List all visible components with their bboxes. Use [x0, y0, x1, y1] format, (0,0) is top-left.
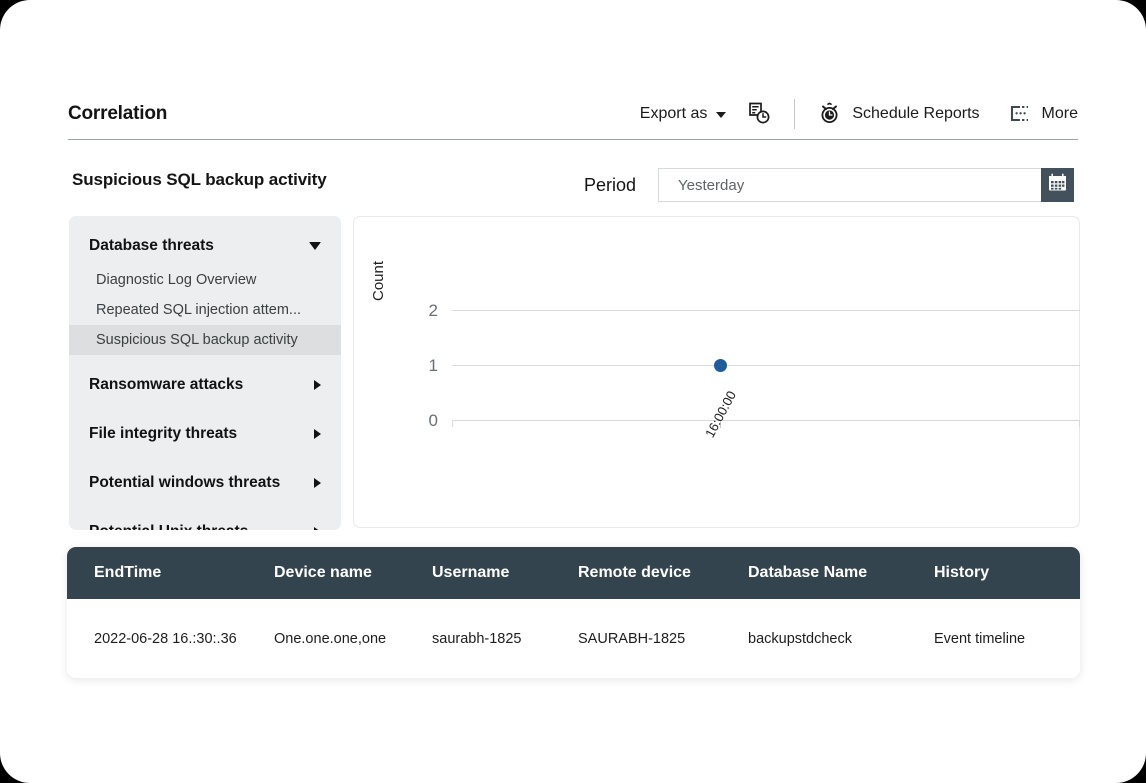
app-window: Correlation Export as: [0, 0, 1146, 783]
x-axis-left-cap: [452, 420, 453, 427]
sidebar-group-potential-windows-threats[interactable]: Potential windows threats: [69, 463, 341, 502]
scatter-chart: Count 2 1 0 16:00:00: [354, 217, 1079, 527]
chart-panel: Count 2 1 0 16:00:00: [353, 216, 1080, 528]
column-header-remote-device[interactable]: Remote device: [578, 564, 748, 582]
column-header-device-name[interactable]: Device name: [274, 564, 432, 582]
more-box-icon: [1008, 102, 1032, 126]
x-axis-right-cap: [1079, 420, 1080, 427]
table-header-row: EndTime Device name Username Remote devi…: [67, 547, 1080, 599]
caret-right-icon: [314, 527, 321, 531]
sidebar-group-label: File integrity threats: [89, 425, 237, 443]
sidebar-group-label: Potential Unix threats: [89, 523, 248, 531]
x-axis-line: [452, 420, 1080, 421]
more-label: More: [1042, 105, 1078, 123]
cell-history[interactable]: Event timeline: [934, 631, 1074, 647]
caret-right-icon: [314, 429, 321, 439]
calendar-button[interactable]: [1041, 168, 1074, 202]
results-table: EndTime Device name Username Remote devi…: [67, 547, 1080, 678]
y-tick-1: 1: [416, 356, 438, 376]
page-header: Correlation Export as: [68, 88, 1078, 140]
period-input[interactable]: Yesterday: [658, 168, 1041, 202]
sidebar-item-repeated-sql-injection[interactable]: Repeated SQL injection attem...: [69, 295, 341, 325]
column-header-endtime[interactable]: EndTime: [67, 564, 274, 582]
y-tick-2: 2: [416, 301, 438, 321]
sidebar-group-ransomware-attacks[interactable]: Ransomware attacks: [69, 365, 341, 404]
gridline-2: [452, 310, 1080, 311]
document-clock-icon[interactable]: [746, 101, 772, 127]
caret-right-icon: [314, 478, 321, 488]
sidebar-group-label: Potential windows threats: [89, 474, 280, 492]
column-header-database-name[interactable]: Database Name: [748, 564, 934, 582]
x-tick-label-0: 16:00:00: [702, 388, 739, 440]
threat-category-sidebar: Database threats Diagnostic Log Overview…: [69, 216, 341, 530]
period-selector: Period Yesterday: [584, 168, 1074, 202]
page-title: Correlation: [68, 103, 167, 125]
sidebar-group-label: Ransomware attacks: [89, 376, 243, 394]
more-button[interactable]: More: [1008, 102, 1078, 126]
gridline-1: [452, 365, 1080, 366]
chevron-down-icon: [716, 112, 726, 118]
cell-endtime: 2022-06-28 16.:30:.36: [67, 631, 274, 647]
y-tick-0: 0: [416, 411, 438, 431]
sidebar-group-label: Database threats: [89, 237, 214, 255]
cell-remote-device: SAURABH-1825: [578, 631, 748, 647]
cell-device-name: One.one.one,one: [274, 631, 432, 647]
caret-down-icon: [309, 242, 321, 250]
sidebar-item-label: Suspicious SQL backup activity: [96, 332, 298, 348]
cell-database-name: backupstdcheck: [748, 631, 934, 647]
sidebar-item-suspicious-sql-backup-activity[interactable]: Suspicious SQL backup activity: [69, 325, 341, 355]
export-as-label: Export as: [640, 105, 708, 123]
export-as-button[interactable]: Export as: [640, 105, 727, 123]
schedule-reports-label: Schedule Reports: [852, 105, 979, 123]
y-axis-title: Count: [370, 261, 387, 301]
sidebar-group-database-threats[interactable]: Database threats: [69, 226, 341, 265]
sidebar-group-potential-unix-threats[interactable]: Potential Unix threats: [69, 512, 341, 530]
column-header-username[interactable]: Username: [432, 564, 578, 582]
report-title: Suspicious SQL backup activity: [72, 170, 327, 190]
header-toolbar: Export as: [640, 99, 1078, 129]
sidebar-item-label: Repeated SQL injection attem...: [96, 302, 301, 318]
calendar-icon: [1047, 172, 1068, 198]
schedule-reports-button[interactable]: Schedule Reports: [817, 101, 979, 126]
period-label: Period: [584, 175, 636, 196]
sidebar-item-label: Diagnostic Log Overview: [96, 272, 256, 288]
sidebar-group-file-integrity-threats[interactable]: File integrity threats: [69, 414, 341, 453]
cell-username: saurabh-1825: [432, 631, 578, 647]
toolbar-divider: [794, 99, 795, 129]
data-point[interactable]: [714, 359, 727, 372]
column-header-history[interactable]: History: [934, 564, 1074, 582]
table-row[interactable]: 2022-06-28 16.:30:.36 One.one.one,one sa…: [67, 599, 1080, 678]
caret-right-icon: [314, 380, 321, 390]
sidebar-item-diagnostic-log-overview[interactable]: Diagnostic Log Overview: [69, 265, 341, 295]
alarm-clock-icon: [817, 101, 842, 126]
